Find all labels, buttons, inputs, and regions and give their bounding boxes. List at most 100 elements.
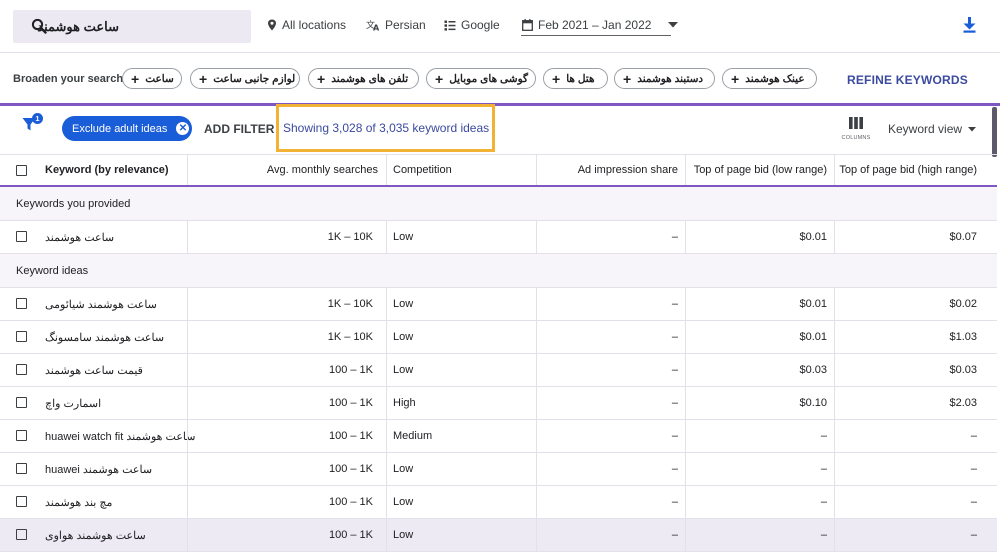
column-divider	[386, 420, 387, 452]
header-ad-impression-share[interactable]: Ad impression share	[537, 155, 678, 185]
column-divider	[386, 221, 387, 253]
bid-low-cell: –	[820, 496, 827, 508]
toolbar-divider	[0, 52, 1000, 53]
broaden-chip[interactable]: + ساعت	[122, 68, 182, 89]
header-bid-high[interactable]: Top of page bid (high range)	[835, 155, 977, 185]
table-row[interactable]: ساعت هوشمند huawei watch fit 100 – 1K Me…	[0, 420, 997, 453]
share-cell: –	[671, 364, 678, 376]
row-checkbox[interactable]	[16, 397, 27, 408]
column-divider	[386, 354, 387, 386]
share-cell: –	[671, 430, 678, 442]
keyword-view-selector[interactable]: Keyword view	[888, 122, 977, 136]
competition-cell: High	[393, 397, 416, 409]
bid-high-cell: $0.02	[949, 298, 977, 310]
column-divider	[386, 387, 387, 419]
broaden-chip[interactable]: + گوشی های موبایل	[426, 68, 536, 89]
section-label: Keyword ideas	[16, 264, 89, 277]
column-divider	[386, 486, 387, 518]
table-row[interactable]: اسمارت واچ 100 – 1K High – $0.10 $2.03	[0, 387, 997, 420]
location-pin-icon	[268, 19, 276, 31]
bid-low-cell: –	[820, 529, 827, 541]
keyword-cell: قیمت ساعت هوشمند	[45, 364, 143, 377]
table-row[interactable]: ساعت هوشمند 1K – 10K Low – $0.01 $0.07	[0, 221, 997, 254]
table-row[interactable]: ساعت هوشمند هواوی 100 – 1K Low – – –	[0, 519, 997, 552]
broaden-chip[interactable]: + دستبند هوشمند	[614, 68, 715, 89]
keyword-table: Keyword (by relevance) Avg. monthly sear…	[0, 154, 997, 552]
add-filter-button[interactable]: ADD FILTER	[204, 122, 274, 136]
searches-cell: 100 – 1K	[328, 463, 373, 475]
language-selector[interactable]: 文 A Persian	[366, 18, 426, 32]
filter-count-badge: 1	[32, 113, 43, 124]
broaden-chip[interactable]: + عینک هوشمند	[722, 68, 817, 89]
bid-high-cell: –	[970, 463, 977, 475]
table-header-row: Keyword (by relevance) Avg. monthly sear…	[0, 154, 997, 187]
broaden-chip[interactable]: + تلفن های هوشمند	[308, 68, 419, 89]
language-label: Persian	[385, 18, 426, 32]
competition-cell: Low	[393, 364, 414, 376]
table-row[interactable]: ساعت هوشمند سامسونگ 1K – 10K Low – $0.01…	[0, 321, 997, 354]
keyword-cell: مچ بند هوشمند	[45, 496, 113, 509]
table-row[interactable]: قیمت ساعت هوشمند 100 – 1K Low – $0.03 $0…	[0, 354, 997, 387]
table-row[interactable]: ساعت هوشمند huawei 100 – 1K Low – – –	[0, 453, 997, 486]
keyword-cell: ساعت هوشمند huawei watch fit	[45, 430, 196, 443]
search-input[interactable]: ساعت هوشمند	[13, 10, 251, 43]
bid-high-cell: $0.07	[949, 231, 977, 243]
searches-cell: 100 – 1K	[328, 364, 373, 376]
network-selector[interactable]: Google	[444, 18, 500, 32]
row-checkbox[interactable]	[16, 496, 27, 507]
row-checkbox[interactable]	[16, 331, 27, 342]
searches-cell: 100 – 1K	[328, 496, 373, 508]
section-divider	[0, 103, 1000, 106]
exclude-adult-chip[interactable]: Exclude adult ideas ✕	[62, 116, 192, 141]
header-keyword[interactable]: Keyword (by relevance)	[45, 155, 169, 185]
keyword-cell: ساعت هوشمند huawei	[45, 463, 153, 476]
searches-cell: 100 – 1K	[328, 430, 373, 442]
row-checkbox[interactable]	[16, 463, 27, 474]
plus-icon: +	[131, 70, 140, 87]
header-bid-low[interactable]: Top of page bid (low range)	[686, 155, 827, 185]
column-divider	[386, 321, 387, 353]
download-icon[interactable]	[963, 17, 976, 33]
bid-high-cell: –	[970, 496, 977, 508]
bid-low-cell: $0.01	[799, 331, 827, 343]
competition-cell: Low	[393, 496, 414, 508]
row-checkbox[interactable]	[16, 430, 27, 441]
table-row[interactable]: ساعت هوشمند شیائومی 1K – 10K Low – $0.01…	[0, 288, 997, 321]
bid-low-cell: $0.01	[799, 298, 827, 310]
refine-keywords-button[interactable]: REFINE KEYWORDS	[847, 73, 968, 87]
columns-button[interactable]: COLUMNS	[841, 116, 871, 141]
network-label: Google	[461, 18, 500, 32]
broaden-chip[interactable]: + لوازم جانبی ساعت	[190, 68, 300, 89]
column-divider	[386, 453, 387, 485]
row-checkbox[interactable]	[16, 231, 27, 242]
column-divider	[386, 155, 387, 185]
svg-text:A: A	[373, 24, 380, 32]
header-avg-searches[interactable]: Avg. monthly searches	[188, 155, 378, 185]
close-icon[interactable]: ✕	[176, 122, 190, 135]
search-value: ساعت هوشمند	[37, 19, 119, 34]
plus-icon: +	[552, 70, 561, 87]
row-checkbox[interactable]	[16, 298, 27, 309]
date-range-selector[interactable]: Feb 2021 – Jan 2022	[522, 18, 679, 32]
competition-cell: Low	[393, 463, 414, 475]
competition-cell: Low	[393, 529, 414, 541]
header-competition[interactable]: Competition	[393, 155, 452, 185]
location-selector[interactable]: All locations	[267, 18, 346, 32]
select-all-checkbox[interactable]	[16, 165, 27, 176]
dropdown-arrow-icon	[968, 126, 977, 131]
keyword-cell: ساعت هوشمند هواوی	[45, 529, 146, 542]
table-row[interactable]: مچ بند هوشمند 100 – 1K Low – – –	[0, 486, 997, 519]
row-checkbox[interactable]	[16, 529, 27, 540]
column-divider	[386, 519, 387, 551]
row-checkbox[interactable]	[16, 364, 27, 375]
keyword-cell: ساعت هوشمند سامسونگ	[45, 331, 165, 344]
plus-icon: +	[623, 70, 632, 87]
scrollbar[interactable]	[992, 107, 997, 157]
searches-cell: 1K – 10K	[327, 231, 373, 243]
plus-icon: +	[199, 70, 208, 87]
bid-high-cell: –	[970, 430, 977, 442]
column-divider	[386, 288, 387, 320]
broaden-chip[interactable]: + هتل ها	[543, 68, 608, 89]
bid-low-cell: $0.01	[799, 231, 827, 243]
dropdown-arrow-icon	[668, 22, 679, 28]
